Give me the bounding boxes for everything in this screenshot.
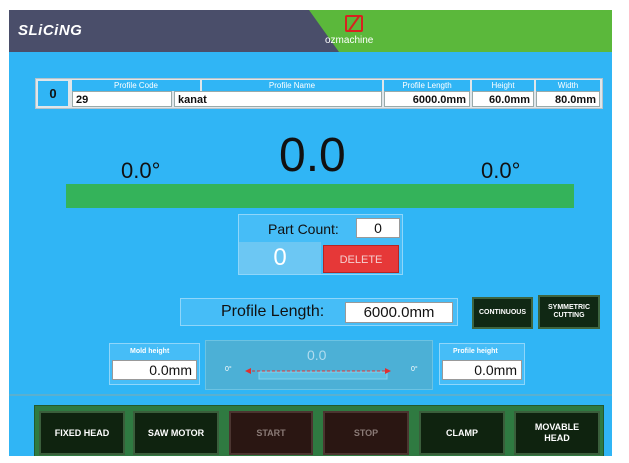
diagram-right-angle: 0° (411, 366, 418, 373)
brand-name: ozmachine (325, 35, 374, 46)
saw-motor-button[interactable]: SAW MOTOR (133, 411, 219, 455)
profile-height-label: Profile height (453, 348, 498, 355)
status-bar (66, 184, 574, 208)
part-count-label: Part Count: (268, 221, 339, 237)
diagram-left-angle: 0° (225, 366, 232, 373)
start-button[interactable]: START (229, 411, 313, 455)
slicing-screen: SLiCiNG ozmachine 0 Profile Code Profile… (9, 10, 612, 456)
profile-length-value: 6000.0mm (384, 91, 470, 107)
profile-length-input[interactable]: 6000.0mm (345, 302, 453, 323)
movable-head-button[interactable]: MOVABLE HEAD (514, 411, 600, 455)
profile-length-label: Profile Length: (221, 303, 325, 320)
saw-diagram-icon (245, 368, 391, 380)
header-profile-code: Profile Code (72, 80, 200, 91)
profile-height-value: 60.0mm (472, 91, 534, 107)
clamp-button[interactable]: CLAMP (419, 411, 505, 455)
page-title: SLiCiNG (18, 22, 83, 39)
mold-height-label: Mold height (130, 348, 170, 355)
profile-code-value: 29 (72, 91, 172, 107)
fixed-head-button[interactable]: FIXED HEAD (39, 411, 125, 455)
continuous-button[interactable]: CONTINUOUS (472, 297, 533, 329)
mold-height-input[interactable]: 0.0mm (112, 360, 197, 380)
profile-width-value: 80.0mm (536, 91, 600, 107)
ozmachine-logo-icon (345, 15, 363, 32)
part-count-input[interactable]: 0 (356, 218, 400, 238)
main-position-readout: 0.0 (279, 129, 346, 182)
profile-info-panel: 0 Profile Code Profile Name Profile Leng… (35, 78, 603, 109)
stop-button[interactable]: STOP (323, 411, 409, 455)
profile-height-input[interactable]: 0.0mm (442, 360, 522, 380)
part-counter-display: 0 (239, 242, 321, 274)
right-angle-readout: 0.0° (481, 158, 521, 183)
header-profile-length: Profile Length (384, 80, 470, 91)
profile-index: 0 (38, 81, 68, 106)
header-width: Width (536, 80, 600, 91)
delete-button[interactable]: DELETE (323, 245, 399, 273)
symmetric-cutting-button[interactable]: SYMMETRIC CUTTING (538, 295, 600, 329)
profile-name-value: kanat (174, 91, 382, 107)
header-profile-name: Profile Name (202, 80, 382, 91)
header-height: Height (472, 80, 534, 91)
left-angle-readout: 0.0° (121, 158, 161, 183)
divider (9, 394, 612, 396)
